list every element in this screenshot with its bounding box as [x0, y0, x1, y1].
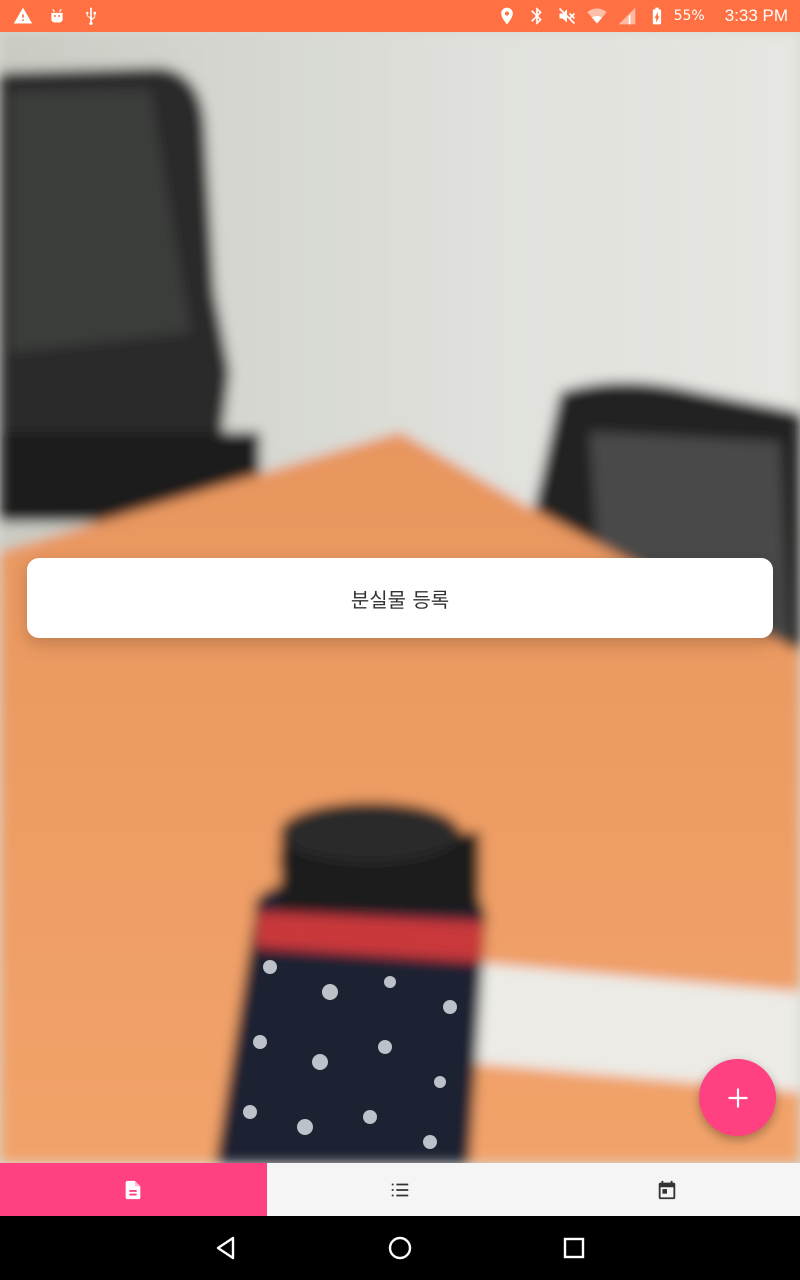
- battery-percent: 55%: [673, 8, 705, 24]
- home-button[interactable]: [383, 1231, 417, 1265]
- recents-icon: [563, 1237, 585, 1259]
- list-icon: [391, 1183, 409, 1196]
- location-icon: [496, 5, 518, 27]
- tab-calendar[interactable]: [533, 1163, 800, 1216]
- signal-icon: [616, 5, 638, 27]
- status-bar: 55% 3:33 PM: [0, 0, 800, 32]
- home-icon: [388, 1236, 412, 1260]
- status-left-icons: [12, 5, 102, 27]
- bottom-tab-bar: [0, 1163, 800, 1216]
- add-fab-button[interactable]: [699, 1059, 776, 1136]
- back-icon: [216, 1236, 235, 1260]
- system-nav-bar: [0, 1216, 800, 1280]
- register-lost-item-button[interactable]: 분실물 등록: [27, 558, 773, 638]
- tab-register[interactable]: [0, 1163, 267, 1216]
- plus-icon: [727, 1087, 748, 1108]
- back-button[interactable]: [209, 1231, 243, 1265]
- calendar-icon: [658, 1180, 675, 1199]
- usb-icon: [80, 5, 102, 27]
- mute-icon: [556, 5, 578, 27]
- battery-icon: [646, 5, 668, 27]
- status-right-icons: 55% 3:33 PM: [496, 5, 788, 27]
- warning-icon: [12, 5, 34, 27]
- tab-list[interactable]: [267, 1163, 534, 1216]
- register-lost-item-label: 분실물 등록: [350, 587, 450, 612]
- clock: 3:33 PM: [724, 6, 788, 25]
- recents-button[interactable]: [557, 1231, 591, 1265]
- android-icon: [46, 5, 68, 27]
- bluetooth-icon: [526, 5, 548, 27]
- wifi-icon: [586, 5, 608, 27]
- document-icon: [125, 1180, 141, 1199]
